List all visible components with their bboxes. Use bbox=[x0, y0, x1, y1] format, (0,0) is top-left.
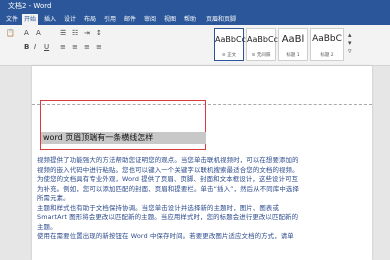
paragraph-line: 主题和样式也有助于文档保持协调。当您单击设计并选择新的主题时，图片、图表或 bbox=[37, 203, 280, 212]
ribbon: 📋 A A ☰ ☷ ⇥ ↕ B I U ≡ ≡ ≡ ≡ AaBbCcDd ≡ 正… bbox=[0, 25, 390, 66]
justify-icon[interactable]: ≡ bbox=[96, 43, 102, 51]
font-icon[interactable]: A bbox=[24, 29, 29, 37]
sort-icon[interactable]: ↕ bbox=[96, 29, 102, 37]
header-text[interactable]: word 页眉顶端有一条横线怎样 bbox=[43, 132, 153, 144]
tab-header-footer[interactable]: 页眉和页脚 bbox=[204, 14, 238, 25]
tab-insert[interactable]: 插入 bbox=[42, 14, 58, 25]
tab-mailings[interactable]: 邮件 bbox=[122, 14, 138, 25]
ribbon-tabs: 文件 开始 插入 设计 布局 引用 邮件 审阅 视图 帮助 页眉和页脚 bbox=[0, 13, 390, 25]
paragraph-line: 视频的嵌入代码中进行粘贴。您也可以键入一个关键字以联机搜索最适合您的文档的视频。 bbox=[37, 165, 299, 174]
paragraph-line: 主题。 bbox=[37, 222, 57, 231]
paste-icon[interactable]: 📋 bbox=[6, 29, 15, 37]
style-name: ≡ 无间隔 bbox=[251, 53, 271, 58]
style-no-spacing[interactable]: AaBbCcDd ≡ 无间隔 bbox=[246, 28, 290, 61]
align-center-icon[interactable]: ≡ bbox=[72, 43, 78, 51]
tab-home[interactable]: 开始 bbox=[22, 14, 39, 25]
bold-icon[interactable]: B bbox=[24, 43, 29, 51]
align-left-icon[interactable]: ≡ bbox=[60, 43, 66, 51]
tab-view[interactable]: 视图 bbox=[162, 14, 178, 25]
style-sample: AaBl bbox=[281, 34, 305, 45]
paragraph-line: 所需元素。 bbox=[37, 194, 70, 202]
tab-references[interactable]: 引用 bbox=[102, 14, 118, 25]
underline-icon[interactable]: U bbox=[44, 43, 49, 51]
numbering-icon[interactable]: ☷ bbox=[72, 29, 78, 37]
chevron-down-icon[interactable]: ▾ bbox=[348, 39, 352, 47]
style-normal[interactable]: AaBbCcDd ≡ 正文 bbox=[214, 28, 258, 61]
window-title: 文档2 - Word bbox=[8, 2, 52, 10]
style-sample: AaBbCcDd bbox=[247, 35, 290, 44]
more-styles-icon[interactable]: ▿ bbox=[348, 47, 352, 55]
italic-icon[interactable]: I bbox=[34, 43, 36, 51]
bullets-icon[interactable]: ☰ bbox=[60, 29, 66, 37]
style-name: ≡ 正文 bbox=[221, 53, 237, 58]
tab-file[interactable]: 文件 bbox=[4, 14, 20, 25]
paragraph-line: 使用在需要位置出现的新按钮在 Word 中保存时间。若要更改图片适应文档的方式，… bbox=[37, 232, 294, 240]
paragraph-line: 为使您的文档具有专业外观，Word 提供了页眉、页脚、封面和文本框设计，这些设计… bbox=[37, 175, 299, 183]
style-name: 标题 2 bbox=[320, 53, 334, 58]
style-sample: AaBbCcDd bbox=[215, 35, 258, 44]
tab-review[interactable]: 审阅 bbox=[142, 14, 158, 25]
style-heading-1[interactable]: AaBl 标题 1 bbox=[278, 28, 308, 61]
font-size-icon[interactable]: A bbox=[36, 29, 41, 37]
style-name: 标题 1 bbox=[286, 53, 300, 58]
document-page[interactable]: word 页眉顶端有一条横线怎样 视频提供了功能强大的方法帮助您证明您的观点。当… bbox=[32, 66, 372, 260]
align-right-icon[interactable]: ≡ bbox=[84, 43, 90, 51]
paragraph-line: 视频提供了功能强大的方法帮助您证明您的观点。当您单击联机视频时，可以在想要添加的 bbox=[37, 156, 299, 164]
tab-design[interactable]: 设计 bbox=[62, 14, 78, 25]
style-sample: AaBbC bbox=[312, 34, 342, 44]
tab-help[interactable]: 帮助 bbox=[182, 14, 198, 25]
style-heading-2[interactable]: AaBbC 标题 2 bbox=[310, 28, 344, 61]
chevron-up-icon[interactable]: ▴ bbox=[348, 31, 352, 39]
tab-layout[interactable]: 布局 bbox=[82, 14, 98, 25]
paragraph-line: SmartArt 图形将会更改以匹配新的主题。当应用样式时，您的标题会进行更改以… bbox=[37, 213, 299, 221]
indent-icon[interactable]: ⇥ bbox=[84, 29, 90, 37]
paragraph-line: 为补充。例如，您可以添加匹配的封面、页眉和提要栏。单击“插入”，然后从不同库中选… bbox=[37, 184, 300, 193]
body-text[interactable]: 视频提供了功能强大的方法帮助您证明您的观点。当您单击联机视频时，可以在想要添加的… bbox=[37, 156, 373, 242]
title-bar: 文档2 - Word bbox=[0, 0, 390, 13]
